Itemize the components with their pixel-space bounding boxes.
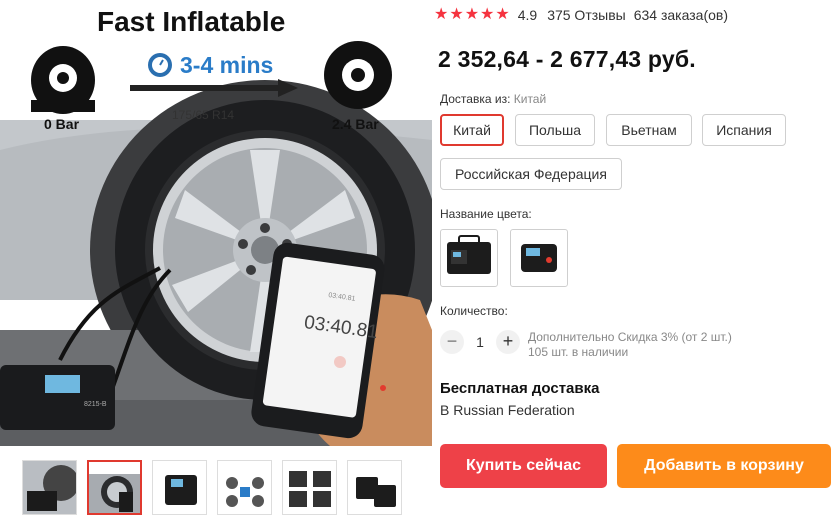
orders-count: 634 заказа(ов)	[633, 7, 728, 23]
start-pressure-text: 0 Bar	[44, 116, 80, 132]
device-model-text: 8215-B	[84, 401, 107, 408]
color-label: Название цвета:	[440, 207, 532, 221]
free-shipping-title: Бесплатная доставка	[440, 380, 600, 397]
rating-stars: ★ ★ ★ ★ ★	[434, 7, 510, 23]
inflate-time-text: 3-4 mins	[180, 52, 273, 78]
thumbnail-strip	[22, 460, 402, 515]
banner-headline: Fast Inflatable	[97, 6, 285, 37]
inflated-tire-icon	[324, 41, 392, 109]
color-swatch-bag[interactable]	[440, 229, 498, 287]
thumbnail-3[interactable]	[152, 460, 207, 515]
ship-from-prefix: Доставка из:	[440, 92, 514, 106]
stock-note: 105 шт. в наличии	[528, 345, 629, 359]
buy-now-button[interactable]: Купить сейчас	[440, 444, 607, 488]
add-to-cart-button[interactable]: Добавить в корзину	[617, 444, 831, 488]
ship-option-poland[interactable]: Польша	[515, 114, 595, 146]
quantity-decrease-button[interactable]: −	[440, 330, 464, 354]
reviews-link[interactable]: 375 Отзывы	[547, 7, 626, 23]
tire-size-text: 175/65 R14	[172, 108, 234, 122]
stopwatch-icon	[148, 53, 172, 77]
thumbnail-5[interactable]	[282, 460, 337, 515]
ship-option-vietnam[interactable]: Вьетнам	[606, 114, 692, 146]
star-icon: ★	[480, 6, 495, 23]
quantity-notes: Дополнительно Скидка 3% (от 2 шт.) 105 ш…	[528, 330, 732, 360]
thumbnail-1[interactable]	[22, 460, 77, 515]
ship-option-china[interactable]: Китай	[440, 114, 504, 146]
thumbnail-4[interactable]	[217, 460, 272, 515]
color-swatches	[440, 229, 568, 287]
main-product-image[interactable]: 8215-B 03:40.81 03:40.81 Fast Inflatable	[0, 0, 432, 446]
end-pressure-text: 2.4 Bar	[332, 116, 379, 132]
ship-to-destination: В Russian Federation	[440, 402, 575, 418]
star-icon: ★	[449, 6, 464, 23]
ship-option-spain[interactable]: Испания	[702, 114, 786, 146]
color-swatch-device[interactable]	[510, 229, 568, 287]
thumbnail-6[interactable]	[347, 460, 402, 515]
ship-from-label: Доставка из: Китай	[440, 92, 546, 106]
product-info-panel: ★ ★ ★ ★ ★ 4.9 375 Отзывы 634 заказа(ов) …	[434, 0, 835, 524]
thumbnail-2[interactable]	[87, 460, 142, 515]
ship-from-value: Китай	[513, 92, 547, 106]
quantity-increase-button[interactable]: +	[496, 330, 520, 354]
ship-option-russia[interactable]: Российская Федерация	[440, 158, 622, 190]
quantity-stepper: − 1 +	[440, 330, 520, 354]
flat-tire-icon	[31, 46, 95, 114]
star-icon: ★	[434, 6, 449, 23]
star-icon: ★	[464, 6, 480, 23]
price-range: 2 352,64 - 2 677,43 руб.	[438, 46, 696, 72]
quantity-value[interactable]: 1	[464, 334, 496, 350]
discount-note: Дополнительно Скидка 3% (от 2 шт.)	[528, 330, 732, 344]
rating-row: ★ ★ ★ ★ ★ 4.9 375 Отзывы 634 заказа(ов)	[434, 7, 728, 24]
quantity-label: Количество:	[440, 304, 508, 318]
rating-value: 4.9	[517, 7, 538, 23]
product-gallery: 8215-B 03:40.81 03:40.81 Fast Inflatable	[0, 0, 432, 524]
star-icon: ★	[495, 6, 510, 23]
